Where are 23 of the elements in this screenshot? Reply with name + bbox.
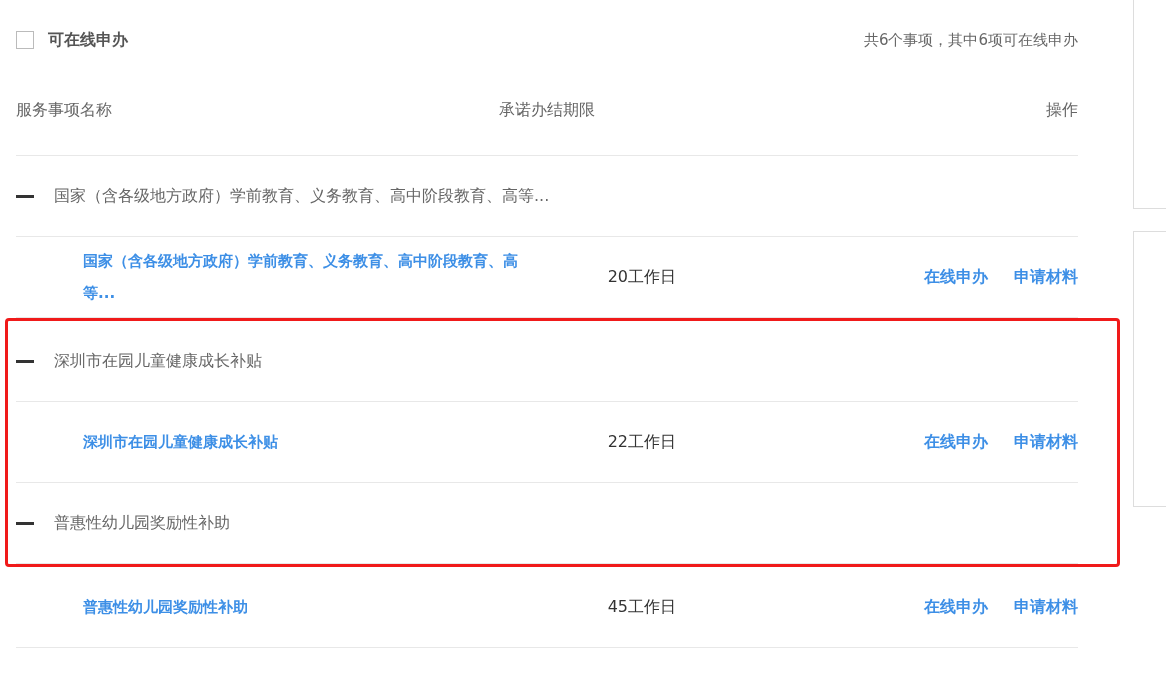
action-link[interactable]: 在线申办 [924,596,988,618]
collapse-icon[interactable] [16,521,34,525]
service-link[interactable]: 国家（含各级地方政府）学前教育、义务教育、高中阶段教育、高等... [16,245,546,309]
action-link[interactable]: 申请材料 [1014,431,1078,453]
group-title: 深圳市在园儿童健康成长补贴 [54,350,262,372]
action-link[interactable]: 申请材料 [1014,596,1078,618]
action-link[interactable]: 申请材料 [1014,266,1078,288]
collapse-icon[interactable] [16,194,34,198]
column-header: 承诺办结期限 [498,99,596,121]
service-link[interactable]: 深圳市在园儿童健康成长补贴 [16,426,546,458]
deadline-text: 20工作日 [606,266,676,288]
summary-text: 共6个事项，其中6项可在线申办 [863,30,1078,50]
service-link[interactable]: 普惠性幼儿园奖励性补助 [16,591,546,623]
action-link[interactable]: 在线申办 [924,266,988,288]
group-title: 国家（含各级地方政府）学前教育、义务教育、高中阶段教育、高等... [54,185,550,207]
column-header: 操作 [1045,99,1078,121]
column-header: 服务事项名称 [16,99,113,121]
collapse-icon[interactable] [16,359,34,363]
action-link[interactable]: 在线申办 [924,431,988,453]
deadline-text: 45工作日 [606,596,676,618]
online-filter-checkbox[interactable]: 可在线申办 [16,29,128,51]
group-title: 普惠性幼儿园奖励性补助 [54,512,230,534]
deadline-text: 22工作日 [606,431,676,453]
